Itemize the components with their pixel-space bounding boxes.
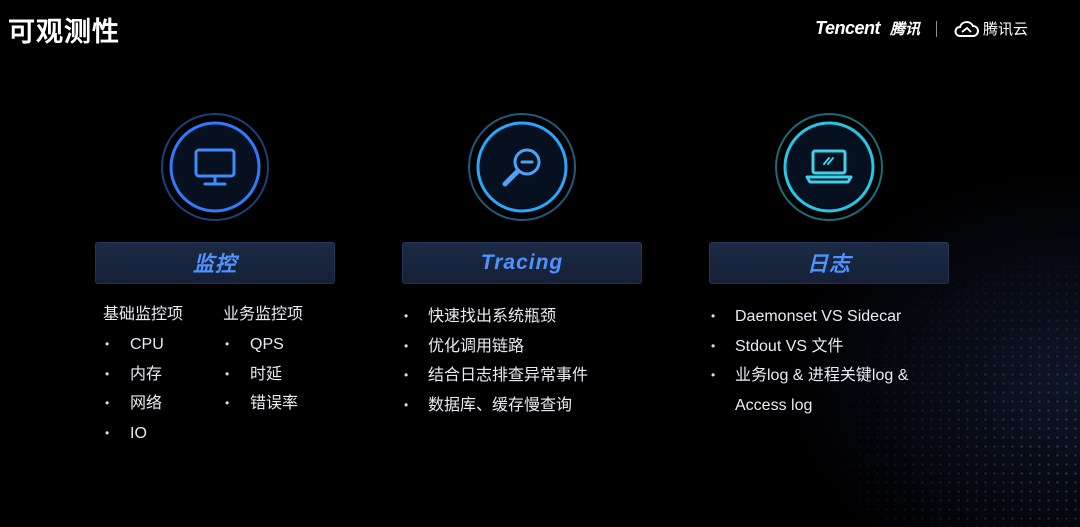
list-item: CPU — [95, 330, 215, 360]
list-item: 数据库、缓存慢查询 — [402, 391, 642, 421]
tracing-label-box: Tracing — [402, 242, 642, 284]
list-item: 业务log & 进程关键log & — [709, 361, 949, 391]
list-item: IO — [95, 419, 215, 449]
business-metrics-group: 业务监控项 QPS 时延 错误率 — [215, 300, 335, 448]
list-item: Daemonset VS Sidecar — [709, 302, 949, 332]
magnifier-icon — [468, 113, 576, 221]
business-metrics-title: 业务监控项 — [223, 306, 304, 323]
logging-list: Daemonset VS Sidecar Stdout VS 文件 业务log … — [709, 302, 949, 420]
logging-column: 日志 Daemonset VS Sidecar Stdout VS 文件 业务l… — [709, 112, 949, 420]
basic-metrics-title: 基础监控项 — [103, 306, 184, 323]
list-item-continuation: Access log — [735, 396, 813, 414]
list-item: 错误率 — [215, 389, 335, 419]
tencent-wordmark: Tencent — [815, 18, 880, 38]
monitoring-groups: 基础监控项 CPU 内存 网络 IO 业务监控项 QPS 时延 错误率 — [95, 300, 335, 448]
monitor-icon — [161, 113, 269, 221]
monitoring-label-box: 监控 — [95, 242, 335, 284]
logging-label: 日志 — [807, 253, 851, 276]
laptop-icon — [775, 113, 883, 221]
tracing-column: Tracing 快速找出系统瓶颈 优化调用链路 结合日志排查异常事件 数据库、缓… — [402, 112, 642, 420]
tracing-icon-ring — [467, 112, 577, 222]
tracing-list: 快速找出系统瓶颈 优化调用链路 结合日志排查异常事件 数据库、缓存慢查询 — [402, 302, 642, 420]
business-metrics-list: QPS 时延 错误率 — [215, 330, 335, 419]
logging-icon-ring — [774, 112, 884, 222]
page-title: 可观测性 — [8, 17, 120, 47]
logging-label-box: 日志 — [709, 242, 949, 284]
list-item: 时延 — [215, 360, 335, 390]
tracing-label: Tracing — [480, 251, 564, 274]
list-item: 结合日志排查异常事件 — [402, 361, 642, 391]
cloud-icon — [954, 20, 979, 37]
list-item: Stdout VS 文件 — [709, 332, 949, 362]
tencent-cn-wordmark: 腾讯 — [889, 21, 920, 38]
brand-logo: Tencent 腾讯 腾讯云 — [815, 18, 1028, 39]
monitoring-label: 监控 — [193, 253, 237, 276]
brand-divider — [935, 20, 937, 37]
monitoring-column: 监控 基础监控项 CPU 内存 网络 IO 业务监控项 QPS 时延 错误率 — [95, 112, 335, 448]
list-item: QPS — [215, 330, 335, 360]
list-item: 优化调用链路 — [402, 332, 642, 362]
monitoring-icon-ring — [160, 112, 270, 222]
list-item: 网络 — [95, 389, 215, 419]
tencent-cloud-logo: 腾讯云 — [953, 18, 1028, 39]
tencent-cloud-text: 腾讯云 — [982, 21, 1028, 38]
basic-metrics-list: CPU 内存 网络 IO — [95, 330, 215, 448]
basic-metrics-group: 基础监控项 CPU 内存 网络 IO — [95, 300, 215, 448]
list-item: 内存 — [95, 360, 215, 390]
list-item: 快速找出系统瓶颈 — [402, 302, 642, 332]
